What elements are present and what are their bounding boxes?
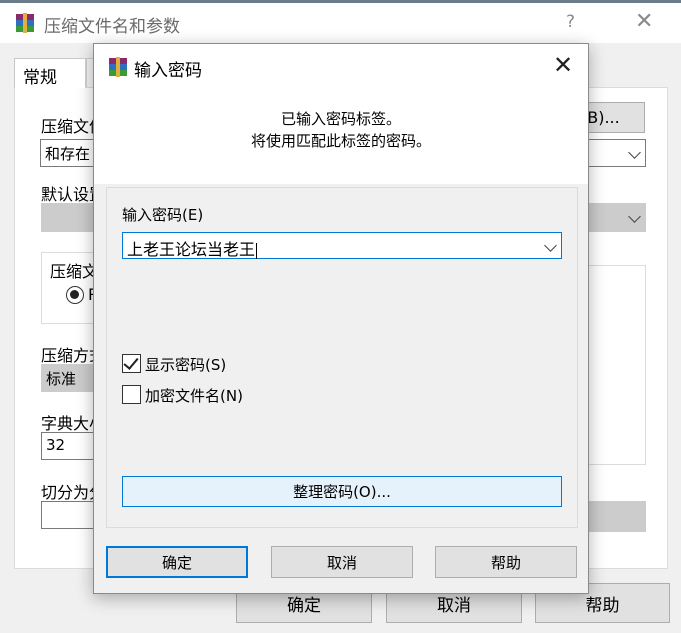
organize-passwords-button[interactable]: 整理密码(O)... <box>122 476 562 507</box>
dialog-cancel-button[interactable]: 取消 <box>271 546 413 578</box>
dropdown-chevron-icon <box>628 146 641 159</box>
password-value: 上老王论坛当老王 <box>127 240 256 259</box>
set-password-button[interactable] <box>588 501 646 532</box>
dialog-title: 输入密码 <box>134 61 202 81</box>
encrypt-filenames-label[interactable]: 加密文件名(N) <box>145 385 243 406</box>
password-dialog: 输入密码 ✕ 已输入密码标签。 将使用匹配此标签的密码。 输入密码(E) 上老王… <box>93 43 589 594</box>
dictionary-size-dropdown[interactable]: 32 <box>41 432 101 460</box>
dropdown-chevron-icon[interactable] <box>544 239 557 252</box>
password-label: 输入密码(E) <box>122 206 204 224</box>
close-icon[interactable]: ✕ <box>553 51 573 79</box>
method-dropdown[interactable]: 标准 <box>41 364 101 392</box>
dropdown-chevron-icon <box>628 210 641 223</box>
format-group-label: 压缩文 <box>50 262 99 281</box>
tab-general[interactable]: 常规 <box>14 58 86 88</box>
checkmark-icon <box>123 354 139 370</box>
winrar-app-icon <box>16 13 34 33</box>
dialog-help-button[interactable]: 帮助 <box>435 546 577 578</box>
archive-name-value: 和存在 <box>45 145 91 163</box>
split-volumes-field[interactable] <box>41 501 101 529</box>
show-password-label[interactable]: 显示密码(S) <box>145 354 226 375</box>
format-radio-rar[interactable] <box>66 286 84 304</box>
dialog-ok-button[interactable]: 确定 <box>106 546 248 578</box>
show-password-checkbox[interactable] <box>122 354 141 373</box>
help-icon[interactable]: ? <box>566 12 575 32</box>
dialog-info-area: 已输入密码标签。 将使用匹配此标签的密码。 <box>94 88 588 184</box>
winrar-app-icon <box>109 57 127 77</box>
encrypt-filenames-checkbox[interactable] <box>122 385 141 404</box>
info-line-1: 已输入密码标签。 <box>280 110 401 128</box>
info-line-2: 将使用匹配此标签的密码。 <box>250 132 431 150</box>
main-close-icon[interactable]: ✕ <box>635 9 653 34</box>
password-input[interactable]: 上老王论坛当老王 <box>122 232 562 259</box>
options-group <box>588 265 646 465</box>
text-caret <box>256 242 258 259</box>
main-window-title: 压缩文件名和参数 <box>44 17 180 37</box>
